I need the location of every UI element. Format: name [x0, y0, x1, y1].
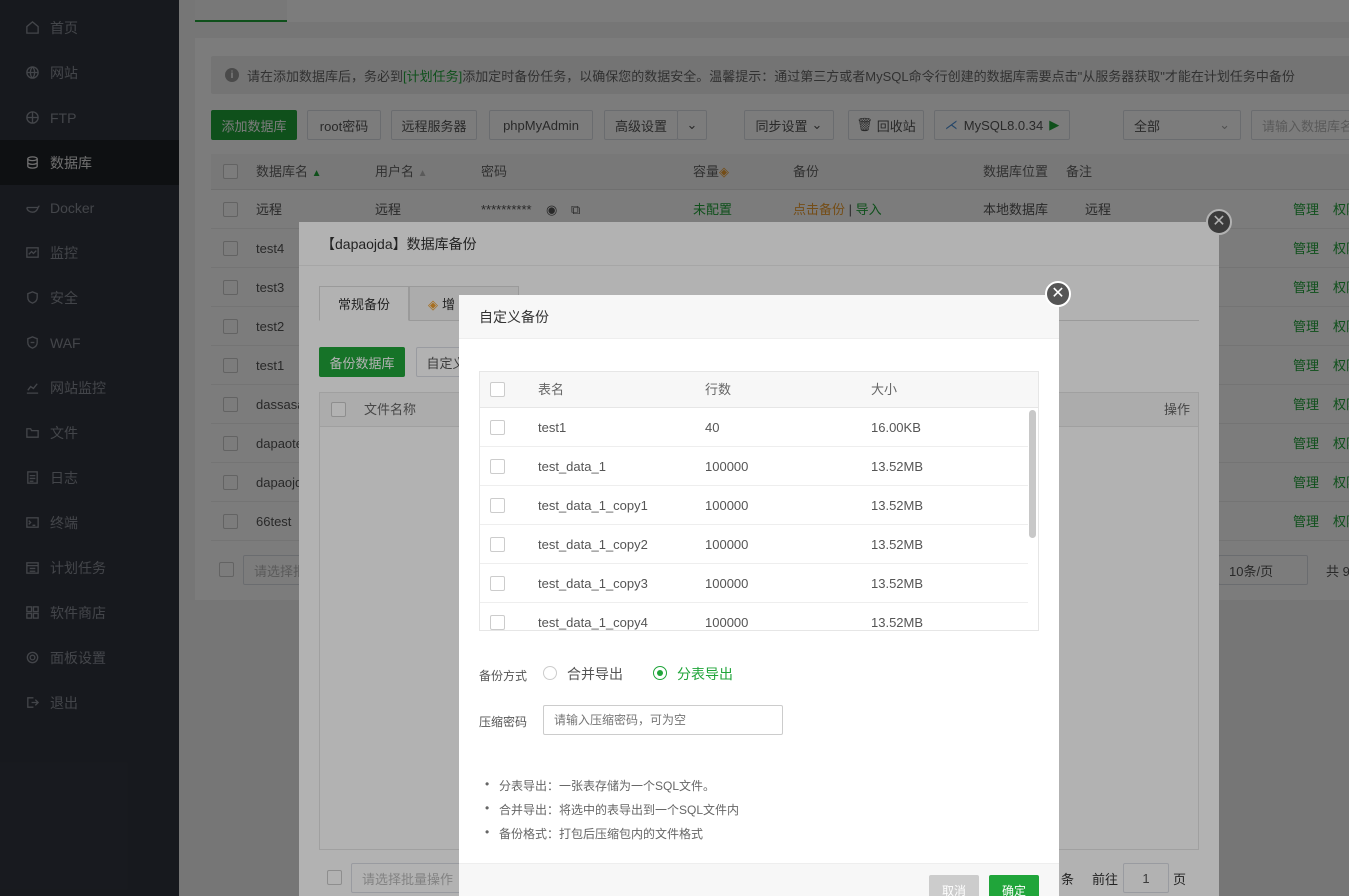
table-name: test1 — [538, 420, 567, 435]
compression-password-input[interactable] — [543, 705, 783, 735]
table-row: test_data_1 100000 13.52MB — [480, 447, 1028, 486]
row-checkbox[interactable] — [490, 498, 505, 513]
close-icon[interactable]: ✕ — [1045, 281, 1071, 307]
split-export-radio[interactable] — [653, 666, 667, 680]
row-checkbox[interactable] — [490, 615, 505, 630]
backup-method-label: 备份方式 — [479, 669, 528, 683]
table-list-header: 表名 行数 大小 — [480, 372, 1038, 408]
row-checkbox[interactable] — [490, 537, 505, 552]
row-checkbox[interactable] — [490, 576, 505, 591]
table-scrollbar[interactable] — [1029, 410, 1036, 538]
dialog-title: 自定义备份 — [459, 295, 1059, 339]
table-size: 13.52MB — [871, 498, 924, 513]
custom-backup-dialog: 自定义备份 表名 行数 大小 test1 40 16.00KB test_data_… — [459, 295, 1059, 896]
table-name: test_data_1_copy1 — [538, 498, 648, 513]
table-rows: 100000 — [705, 537, 749, 552]
table-size: 13.52MB — [871, 537, 924, 552]
split-export-label[interactable]: 分表导出 — [677, 664, 733, 684]
table-row: test_data_1_copy1 100000 13.52MB — [480, 486, 1028, 525]
table-row: test_data_1_copy3 100000 13.52MB — [480, 564, 1028, 603]
table-size: 13.52MB — [871, 615, 924, 630]
table-row: test_data_1_copy4 100000 13.52MB — [480, 603, 1028, 630]
row-checkbox[interactable] — [490, 420, 505, 435]
table-rows: 100000 — [705, 615, 749, 630]
col-table-name: 表名 — [538, 382, 565, 397]
merge-export-label[interactable]: 合并导出 — [567, 664, 623, 684]
merge-export-radio[interactable] — [543, 666, 557, 680]
tip-item: 分表导出：一张表存储为一个SQL文件。 — [485, 777, 715, 794]
select-all-tables-checkbox[interactable] — [490, 382, 505, 397]
col-row-count: 行数 — [705, 382, 732, 397]
table-name: test_data_1 — [538, 459, 606, 474]
cancel-button[interactable]: 取消 — [929, 875, 979, 896]
table-rows: 100000 — [705, 459, 749, 474]
table-name: test_data_1_copy2 — [538, 537, 648, 552]
row-checkbox[interactable] — [490, 459, 505, 474]
table-name: test_data_1_copy4 — [538, 615, 648, 630]
table-rows: 100000 — [705, 576, 749, 591]
col-size: 大小 — [871, 382, 898, 397]
confirm-button[interactable]: 确定 — [989, 875, 1039, 896]
password-label: 压缩密码 — [479, 715, 528, 729]
table-name: test_data_1_copy3 — [538, 576, 648, 591]
table-size: 13.52MB — [871, 576, 924, 591]
table-rows: 40 — [705, 420, 720, 435]
table-row: test1 40 16.00KB — [480, 408, 1028, 447]
table-size: 16.00KB — [871, 420, 921, 435]
table-rows: 100000 — [705, 498, 749, 513]
dialog-footer: 取消 确定 — [459, 863, 1059, 896]
tip-item: 合并导出：将选中的表导出到一个SQL文件内 — [485, 801, 739, 818]
tip-item: 备份格式：打包后压缩包内的文件格式 — [485, 825, 703, 842]
table-size: 13.52MB — [871, 459, 924, 474]
table-row: test_data_1_copy2 100000 13.52MB — [480, 525, 1028, 564]
table-list: 表名 行数 大小 test1 40 16.00KB test_data_1 10000… — [479, 371, 1039, 631]
